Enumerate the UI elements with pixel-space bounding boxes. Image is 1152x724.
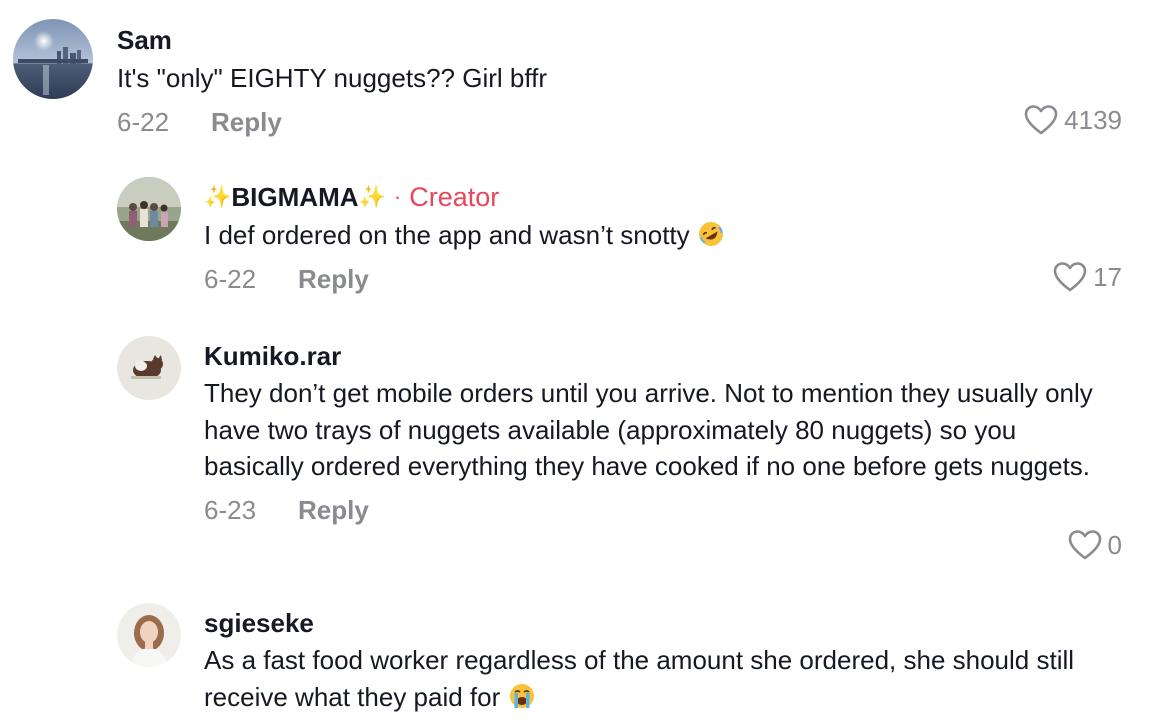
creator-badge: Creator [409,182,500,212]
username[interactable]: Sam [117,24,1122,56]
comment-text: They don’t get mobile orders until you a… [204,378,1093,481]
sparkle-icon: ✨ [358,184,386,209]
username-text: BIGMAMA [231,182,359,212]
separator-dot: · [393,184,402,209]
like-button[interactable]: 0 [1068,529,1122,561]
comment-text-content: I def ordered on the app and wasn’t snot… [204,220,690,250]
avatar[interactable] [117,603,181,667]
username[interactable]: Kumiko.rar [204,340,1122,372]
comment-text-content: As a fast food worker regardless of the … [204,645,1075,712]
reply-button[interactable]: Reply [298,264,369,295]
avatar[interactable] [117,336,181,400]
comment-text: I def ordered on the app and wasn’t snot… [204,217,1122,254]
comment-date: 6-22 [204,264,257,294]
like-count: 0 [1107,529,1122,560]
comment-body: Sam It's "only" EIGHTY nuggets?? Girl bf… [117,24,1122,141]
comment-body: Kumiko.rar They don’t get mobile orders … [204,340,1122,560]
comment-meta: 6-22 Reply [117,105,1122,141]
username[interactable]: sgieseke [204,607,1122,639]
comment-meta: 6-23 Reply [204,493,1122,529]
heart-icon [1053,262,1087,292]
comment-body: sgieseke As a fast food worker regardles… [204,607,1122,715]
comment-text: As a fast food worker regardless of the … [204,642,1084,715]
heart-icon [1068,530,1101,560]
family-group-photo [117,177,181,241]
comment-date: 6-22 [117,107,170,137]
comment-date: 6-23 [204,495,257,525]
comment-meta: 6-22 Reply [204,262,1122,298]
like-count: 17 [1093,261,1122,292]
loudly-crying-face-emoji [509,683,534,708]
reply-button[interactable]: Reply [298,495,369,526]
comment-text: It's "only" EIGHTY nuggets?? Girl bffr [117,63,547,93]
username[interactable]: ✨ BIGMAMA ✨ · Creator [204,181,1122,213]
like-button[interactable]: 4139 [1024,104,1122,136]
city-waterfront-photo [13,19,93,99]
portrait-photo [117,603,181,667]
sparkle-icon: ✨ [204,184,232,209]
cat-photo [117,336,181,400]
comment-body: ✨ BIGMAMA ✨ · Creator I def ordered on t… [204,181,1122,298]
reply-button[interactable]: Reply [211,107,282,138]
heart-icon [1024,105,1058,135]
like-button[interactable]: 17 [1053,261,1122,293]
avatar[interactable] [117,177,181,241]
avatar[interactable] [13,19,93,99]
like-count: 4139 [1064,104,1122,135]
rolling-on-floor-laughing-emoji [698,222,723,246]
